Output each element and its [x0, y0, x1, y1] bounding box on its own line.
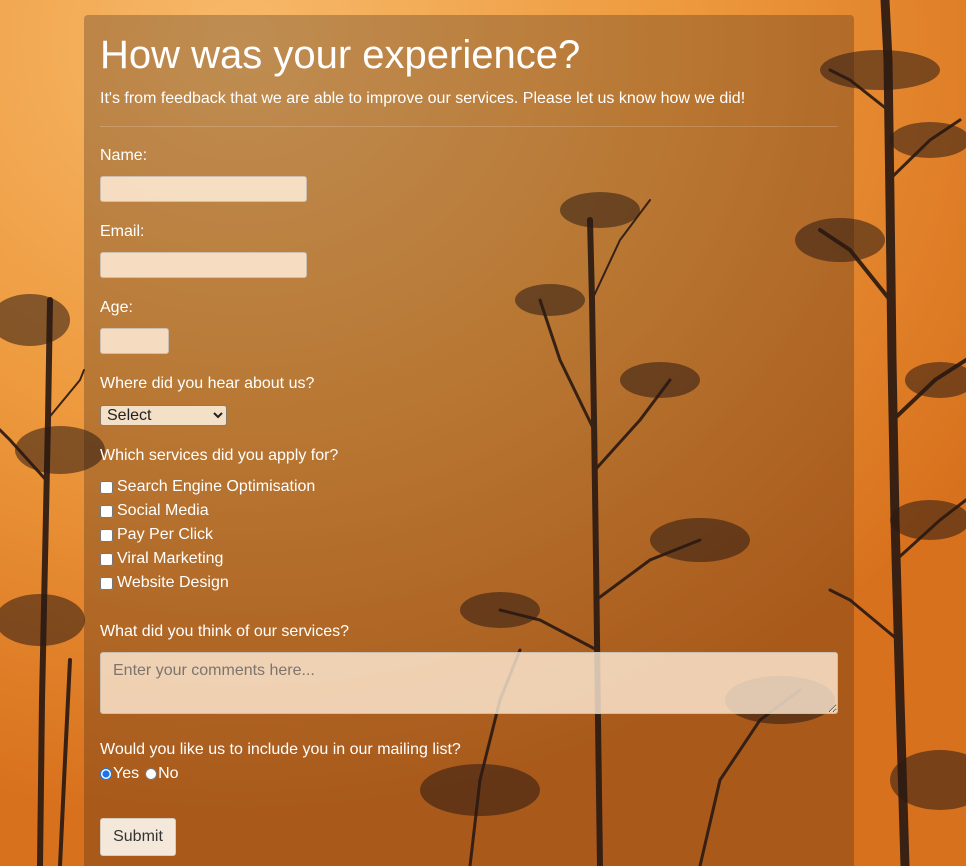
email-label: Email: — [100, 223, 145, 240]
mailing-list-yes-radio[interactable] — [100, 768, 112, 780]
service-checkbox-website-design[interactable]: Website Design — [100, 574, 229, 592]
source-select[interactable]: Select — [100, 405, 227, 426]
ppc-checkbox[interactable] — [100, 528, 113, 542]
mailing-list-yes-label: Yes — [113, 765, 140, 782]
comments-textarea[interactable] — [100, 652, 838, 714]
website-design-checkbox-label: Website Design — [117, 574, 229, 591]
viral-marketing-checkbox-label: Viral Marketing — [117, 550, 224, 567]
form-panel — [84, 15, 854, 866]
service-checkbox-seo[interactable]: Search Engine Optimisation — [100, 478, 315, 496]
services-label: Which services did you apply for? — [100, 447, 339, 464]
submit-button[interactable]: Submit — [100, 818, 176, 856]
header-divider — [100, 126, 838, 127]
seo-checkbox[interactable] — [100, 480, 113, 494]
email-input[interactable] — [100, 252, 307, 278]
age-input[interactable] — [100, 328, 169, 354]
name-input[interactable] — [100, 176, 307, 202]
page-title: How was your experience? — [100, 33, 581, 77]
service-checkbox-viral-marketing[interactable]: Viral Marketing — [100, 550, 223, 568]
mailing-list-no-radio[interactable] — [145, 768, 158, 780]
mailing-list-no-label: No — [158, 765, 179, 782]
service-checkbox-ppc[interactable]: Pay Per Click — [100, 526, 213, 544]
service-checkbox-social-media[interactable]: Social Media — [100, 502, 209, 520]
page-subtitle: It's from feedback that we are able to i… — [100, 90, 746, 107]
comments-label: What did you think of our services? — [100, 623, 350, 640]
mailing-list-label: Would you like us to include you in our … — [100, 741, 461, 758]
viral-marketing-checkbox[interactable] — [100, 552, 113, 566]
name-label: Name: — [100, 147, 148, 164]
age-label: Age: — [100, 299, 133, 316]
website-design-checkbox[interactable] — [100, 576, 113, 590]
ppc-checkbox-label: Pay Per Click — [117, 526, 214, 543]
social-media-checkbox[interactable] — [100, 504, 113, 518]
source-label: Where did you hear about us? — [100, 375, 315, 392]
seo-checkbox-label: Search Engine Optimisation — [117, 478, 316, 495]
mailing-list-radio-group: Yes No — [100, 765, 179, 783]
social-media-checkbox-label: Social Media — [117, 502, 209, 519]
